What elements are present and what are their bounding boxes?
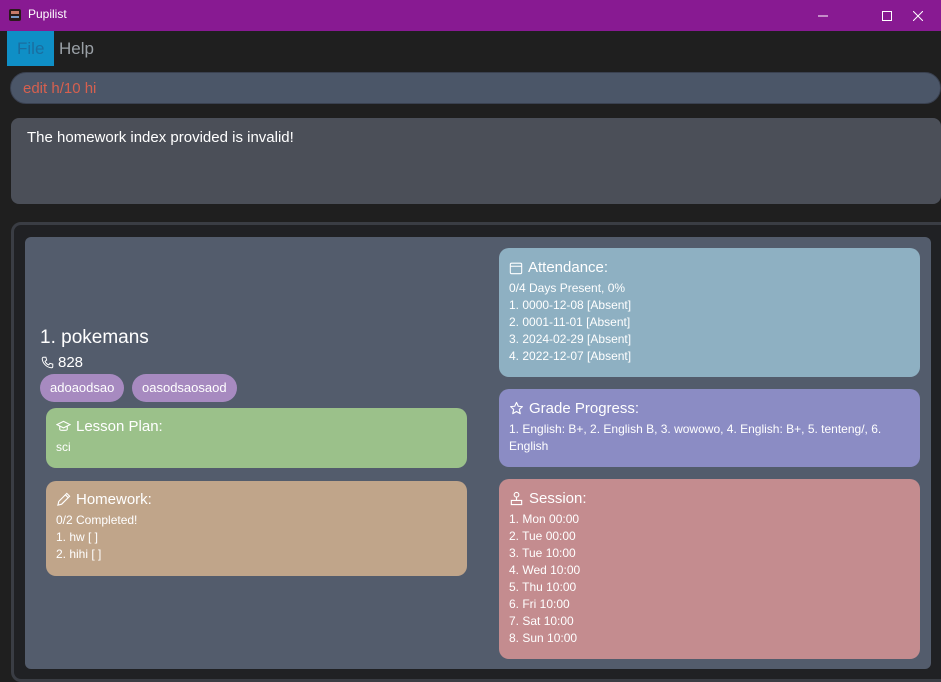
session-item: 7. Sat 10:00 bbox=[509, 614, 574, 628]
lesson-plan-title: Lesson Plan: bbox=[76, 418, 163, 435]
title-bar: Pupilist bbox=[0, 0, 941, 31]
close-icon bbox=[913, 10, 923, 21]
window-title: Pupilist bbox=[28, 7, 67, 21]
tag: adoaodsao bbox=[40, 374, 125, 402]
session-box: Session: 1. Mon 00:00 2. Tue 00:00 3. Tu… bbox=[499, 479, 920, 659]
phone-icon bbox=[41, 356, 54, 369]
attendance-title: Attendance: bbox=[528, 259, 609, 276]
homework-item: 1. hw [ ] bbox=[56, 530, 99, 544]
close-button[interactable] bbox=[895, 0, 941, 31]
result-message: The homework index provided is invalid! bbox=[27, 129, 294, 146]
lesson-plan-box: Lesson Plan: sci bbox=[46, 408, 467, 468]
homework-box: Homework: 0/2 Completed! 1. hw [ ] 2. hi… bbox=[46, 481, 467, 576]
calendar-icon bbox=[509, 262, 523, 274]
graduation-cap-icon bbox=[56, 420, 71, 431]
menu-help[interactable]: Help bbox=[49, 31, 104, 66]
app-logo-icon bbox=[9, 9, 21, 21]
session-title: Session: bbox=[529, 490, 587, 507]
person-phone: 828 bbox=[41, 354, 83, 371]
attendance-item: 3. 2024-02-29 [Absent] bbox=[509, 332, 632, 346]
grade-progress-title: Grade Progress: bbox=[529, 400, 640, 417]
pencil-icon bbox=[57, 492, 71, 506]
maximize-icon bbox=[882, 10, 892, 21]
grade-progress-box: Grade Progress: 1. English: B+, 2. Engli… bbox=[499, 389, 920, 467]
homework-title: Homework: bbox=[76, 491, 152, 508]
session-item: 3. Tue 10:00 bbox=[509, 546, 576, 560]
homework-summary: 0/2 Completed! bbox=[56, 513, 138, 527]
minimize-icon bbox=[818, 15, 828, 16]
attendance-item: 1. 0000-12-08 [Absent] bbox=[509, 298, 632, 312]
star-icon bbox=[510, 401, 523, 415]
command-input[interactable]: edit h/10 hi bbox=[10, 72, 941, 104]
attendance-box: Attendance: 0/4 Days Present, 0% 1. 0000… bbox=[499, 248, 920, 377]
attendance-summary: 0/4 Days Present, 0% bbox=[509, 281, 626, 295]
person-name: 1. pokemans bbox=[40, 327, 149, 348]
phone-number: 828 bbox=[58, 354, 84, 371]
attendance-item: 2. 0001-11-01 [Absent] bbox=[509, 315, 631, 329]
command-input-text: edit h/10 hi bbox=[23, 80, 97, 97]
session-item: 5. Thu 10:00 bbox=[509, 580, 577, 594]
menu-file[interactable]: File bbox=[7, 31, 55, 66]
lesson-plan-text: sci bbox=[56, 440, 71, 454]
minimize-button[interactable] bbox=[800, 0, 846, 31]
session-item: 2. Tue 00:00 bbox=[509, 529, 576, 543]
session-item: 6. Fri 10:00 bbox=[509, 597, 570, 611]
menu-bar: File Help bbox=[0, 31, 941, 66]
attendance-item: 4. 2022-12-07 [Absent] bbox=[509, 349, 632, 363]
tag: oasodsaosaod bbox=[132, 374, 237, 402]
session-item: 8. Sun 10:00 bbox=[509, 631, 578, 645]
session-people-icon bbox=[510, 491, 523, 506]
homework-item: 2. hihi [ ] bbox=[56, 547, 102, 561]
grade-progress-text: 1. English: B+, 2. English B, 3. wowowo,… bbox=[509, 422, 882, 453]
session-item: 4. Wed 10:00 bbox=[509, 563, 581, 577]
result-display: The homework index provided is invalid! bbox=[11, 118, 941, 204]
session-item: 1. Mon 00:00 bbox=[509, 512, 580, 526]
